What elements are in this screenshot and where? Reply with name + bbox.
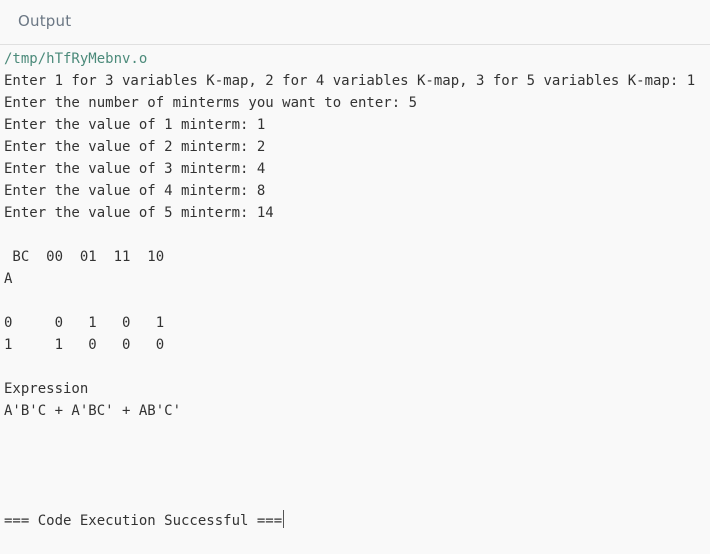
- console-line: Enter the number of minterms you want to…: [4, 95, 418, 111]
- execution-status-line: === Code Execution Successful ===: [4, 510, 285, 532]
- executable-path: /tmp/hTfRyMebnv.o: [4, 51, 148, 67]
- expression-label: Expression: [4, 381, 89, 397]
- kmap-row-label: A: [4, 271, 13, 287]
- console-line: Enter the value of 5 minterm: 14: [4, 205, 274, 221]
- output-title: Output: [18, 12, 72, 30]
- console-line: Enter the value of 1 minterm: 1: [4, 117, 266, 133]
- console-line: Enter 1 for 3 variables K-map, 2 for 4 v…: [4, 73, 696, 89]
- text-cursor: [283, 510, 285, 528]
- kmap-row: 0 0 1 0 1: [4, 315, 165, 331]
- console-line: Enter the value of 3 minterm: 4: [4, 161, 266, 177]
- expression-value: A'B'C + A'BC' + AB'C': [4, 403, 182, 419]
- console-line: Enter the value of 4 minterm: 8: [4, 183, 266, 199]
- kmap-header: BC 00 01 11 10: [4, 249, 165, 265]
- kmap-row: 1 1 0 0 0: [4, 337, 165, 353]
- console-output[interactable]: /tmp/hTfRyMebnv.o Enter 1 for 3 variable…: [4, 48, 704, 548]
- output-header: Output: [0, 0, 710, 45]
- execution-status: === Code Execution Successful ===: [4, 513, 283, 529]
- console-line: Enter the value of 2 minterm: 2: [4, 139, 266, 155]
